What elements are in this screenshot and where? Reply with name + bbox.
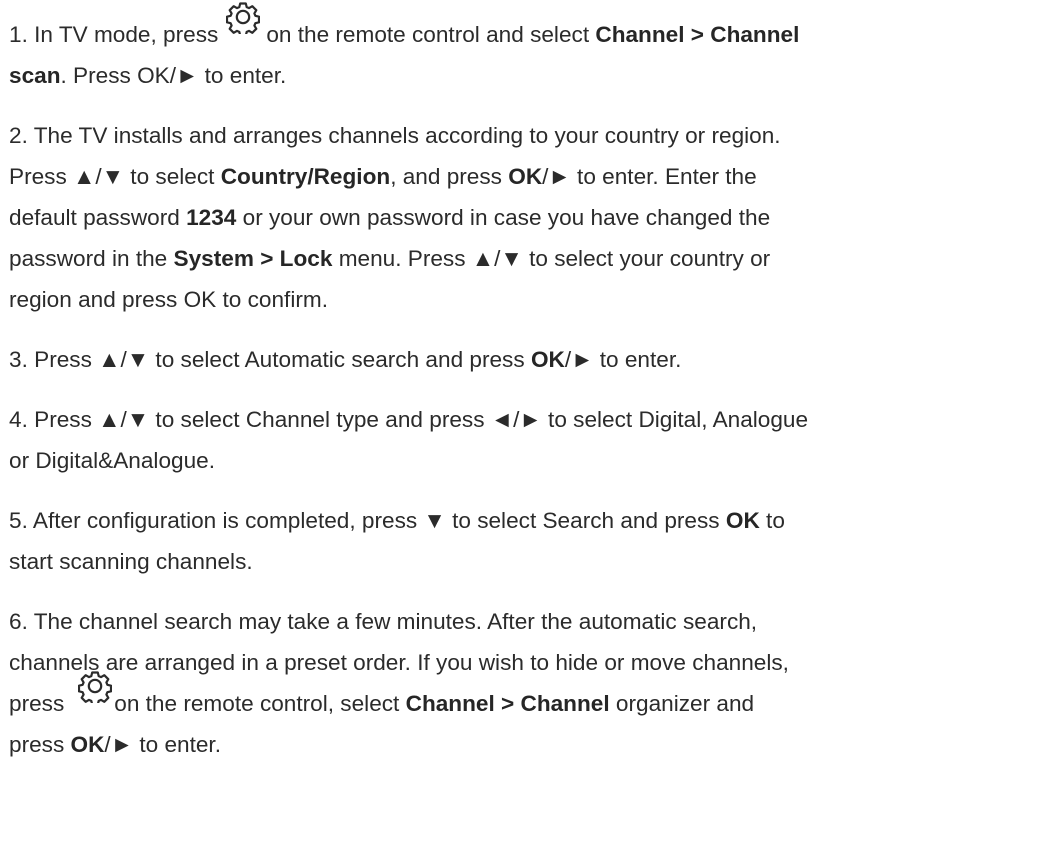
- step-text: In TV mode, press: [34, 22, 219, 47]
- step-5: 5. After configuration is completed, pre…: [9, 500, 1061, 582]
- step-1-line-2: scan. Press OK/► to enter.: [9, 55, 1061, 96]
- menu-path: scan: [9, 63, 61, 88]
- step-4: 4. Press ▲/▼ to select Channel type and …: [9, 399, 1061, 481]
- step-text: on the remote control and select: [266, 22, 590, 47]
- step-3-line-1: 3. Press ▲/▼ to select Automatic search …: [9, 339, 1061, 380]
- menu-path: Channel > Channel: [405, 691, 610, 716]
- step-3: 3. Press ▲/▼ to select Automatic search …: [9, 339, 1061, 380]
- step-1: 1. In TV mode, press on the remote contro…: [9, 2, 1061, 96]
- step-number: 4.: [9, 407, 28, 432]
- step-text: on the remote control, select: [114, 691, 400, 716]
- ok-key: OK: [508, 164, 543, 189]
- step-number: 3.: [9, 347, 28, 372]
- menu-path: System > Lock: [173, 246, 333, 271]
- step-2: 2. The TV installs and arranges channels…: [9, 115, 1061, 320]
- ok-key: OK: [70, 732, 105, 757]
- step-5-line-1: 5. After configuration is completed, pre…: [9, 500, 1061, 541]
- menu-path: Channel > Channel: [595, 22, 800, 47]
- step-2-line-2: Press ▲/▼ to select Country/Region, and …: [9, 156, 1061, 197]
- step-text: password in the: [9, 246, 168, 271]
- step-6-line-3: press on the remote control, select Chann…: [9, 671, 1061, 724]
- ok-key: OK: [530, 347, 565, 372]
- step-text: The channel search may take a few minute…: [33, 609, 758, 634]
- step-text: start scanning channels.: [9, 549, 253, 574]
- step-6-line-2: channels are arranged in a preset order.…: [9, 642, 1061, 683]
- step-6-line-4: press OK/► to enter.: [9, 724, 1061, 765]
- step-6-line-1: 6. The channel search may take a few min…: [9, 601, 1061, 642]
- step-5-line-2: start scanning channels.: [9, 541, 1061, 582]
- default-password: 1234: [186, 205, 237, 230]
- step-2-line-5: region and press OK to confirm.: [9, 279, 1061, 320]
- instructions-document: 1. In TV mode, press on the remote contro…: [0, 0, 1061, 854]
- step-text: channels are arranged in a preset order.…: [9, 650, 789, 675]
- step-text: /► to enter.: [564, 347, 682, 372]
- step-text: Press ▲/▼ to select Channel type and pre…: [34, 407, 809, 432]
- step-text: press: [9, 691, 65, 716]
- step-6: 6. The channel search may take a few min…: [9, 601, 1061, 765]
- step-text: region and press OK to confirm.: [9, 287, 328, 312]
- menu-item: Country/Region: [220, 164, 391, 189]
- step-text: Press ▲/▼ to select: [9, 164, 215, 189]
- step-text: press: [9, 732, 65, 757]
- step-text: menu. Press ▲/▼ to select your country o…: [338, 246, 771, 271]
- step-text: or your own password in case you have ch…: [242, 205, 771, 230]
- step-text: . Press OK/► to enter.: [60, 63, 287, 88]
- step-number: 5.: [9, 508, 28, 533]
- step-text: organizer and: [615, 691, 755, 716]
- step-text: , and press: [390, 164, 502, 189]
- step-number: 1.: [9, 22, 28, 47]
- ok-key: OK: [725, 508, 760, 533]
- step-number: 6.: [9, 609, 28, 634]
- step-2-line-1: 2. The TV installs and arranges channels…: [9, 115, 1061, 156]
- step-text: /► to enter. Enter the: [542, 164, 757, 189]
- gear-icon: [78, 669, 113, 703]
- step-text: /► to enter.: [104, 732, 221, 757]
- step-4-line-2: or Digital&Analogue.: [9, 440, 1061, 481]
- step-2-line-3: default password 1234 or your own passwo…: [9, 197, 1061, 238]
- step-text: default password: [9, 205, 180, 230]
- step-text: The TV installs and arranges channels ac…: [33, 123, 781, 148]
- step-1-line-1: 1. In TV mode, press on the remote contro…: [9, 2, 1061, 55]
- gear-icon: [226, 0, 261, 34]
- step-text: to: [766, 508, 785, 533]
- step-4-line-1: 4. Press ▲/▼ to select Channel type and …: [9, 399, 1061, 440]
- step-number: 2.: [9, 123, 28, 148]
- step-2-line-4: password in the System > Lock menu. Pres…: [9, 238, 1061, 279]
- step-text: After configuration is completed, press …: [32, 508, 720, 533]
- step-text: Press ▲/▼ to select Automatic search and…: [34, 347, 525, 372]
- step-text: or Digital&Analogue.: [9, 448, 215, 473]
